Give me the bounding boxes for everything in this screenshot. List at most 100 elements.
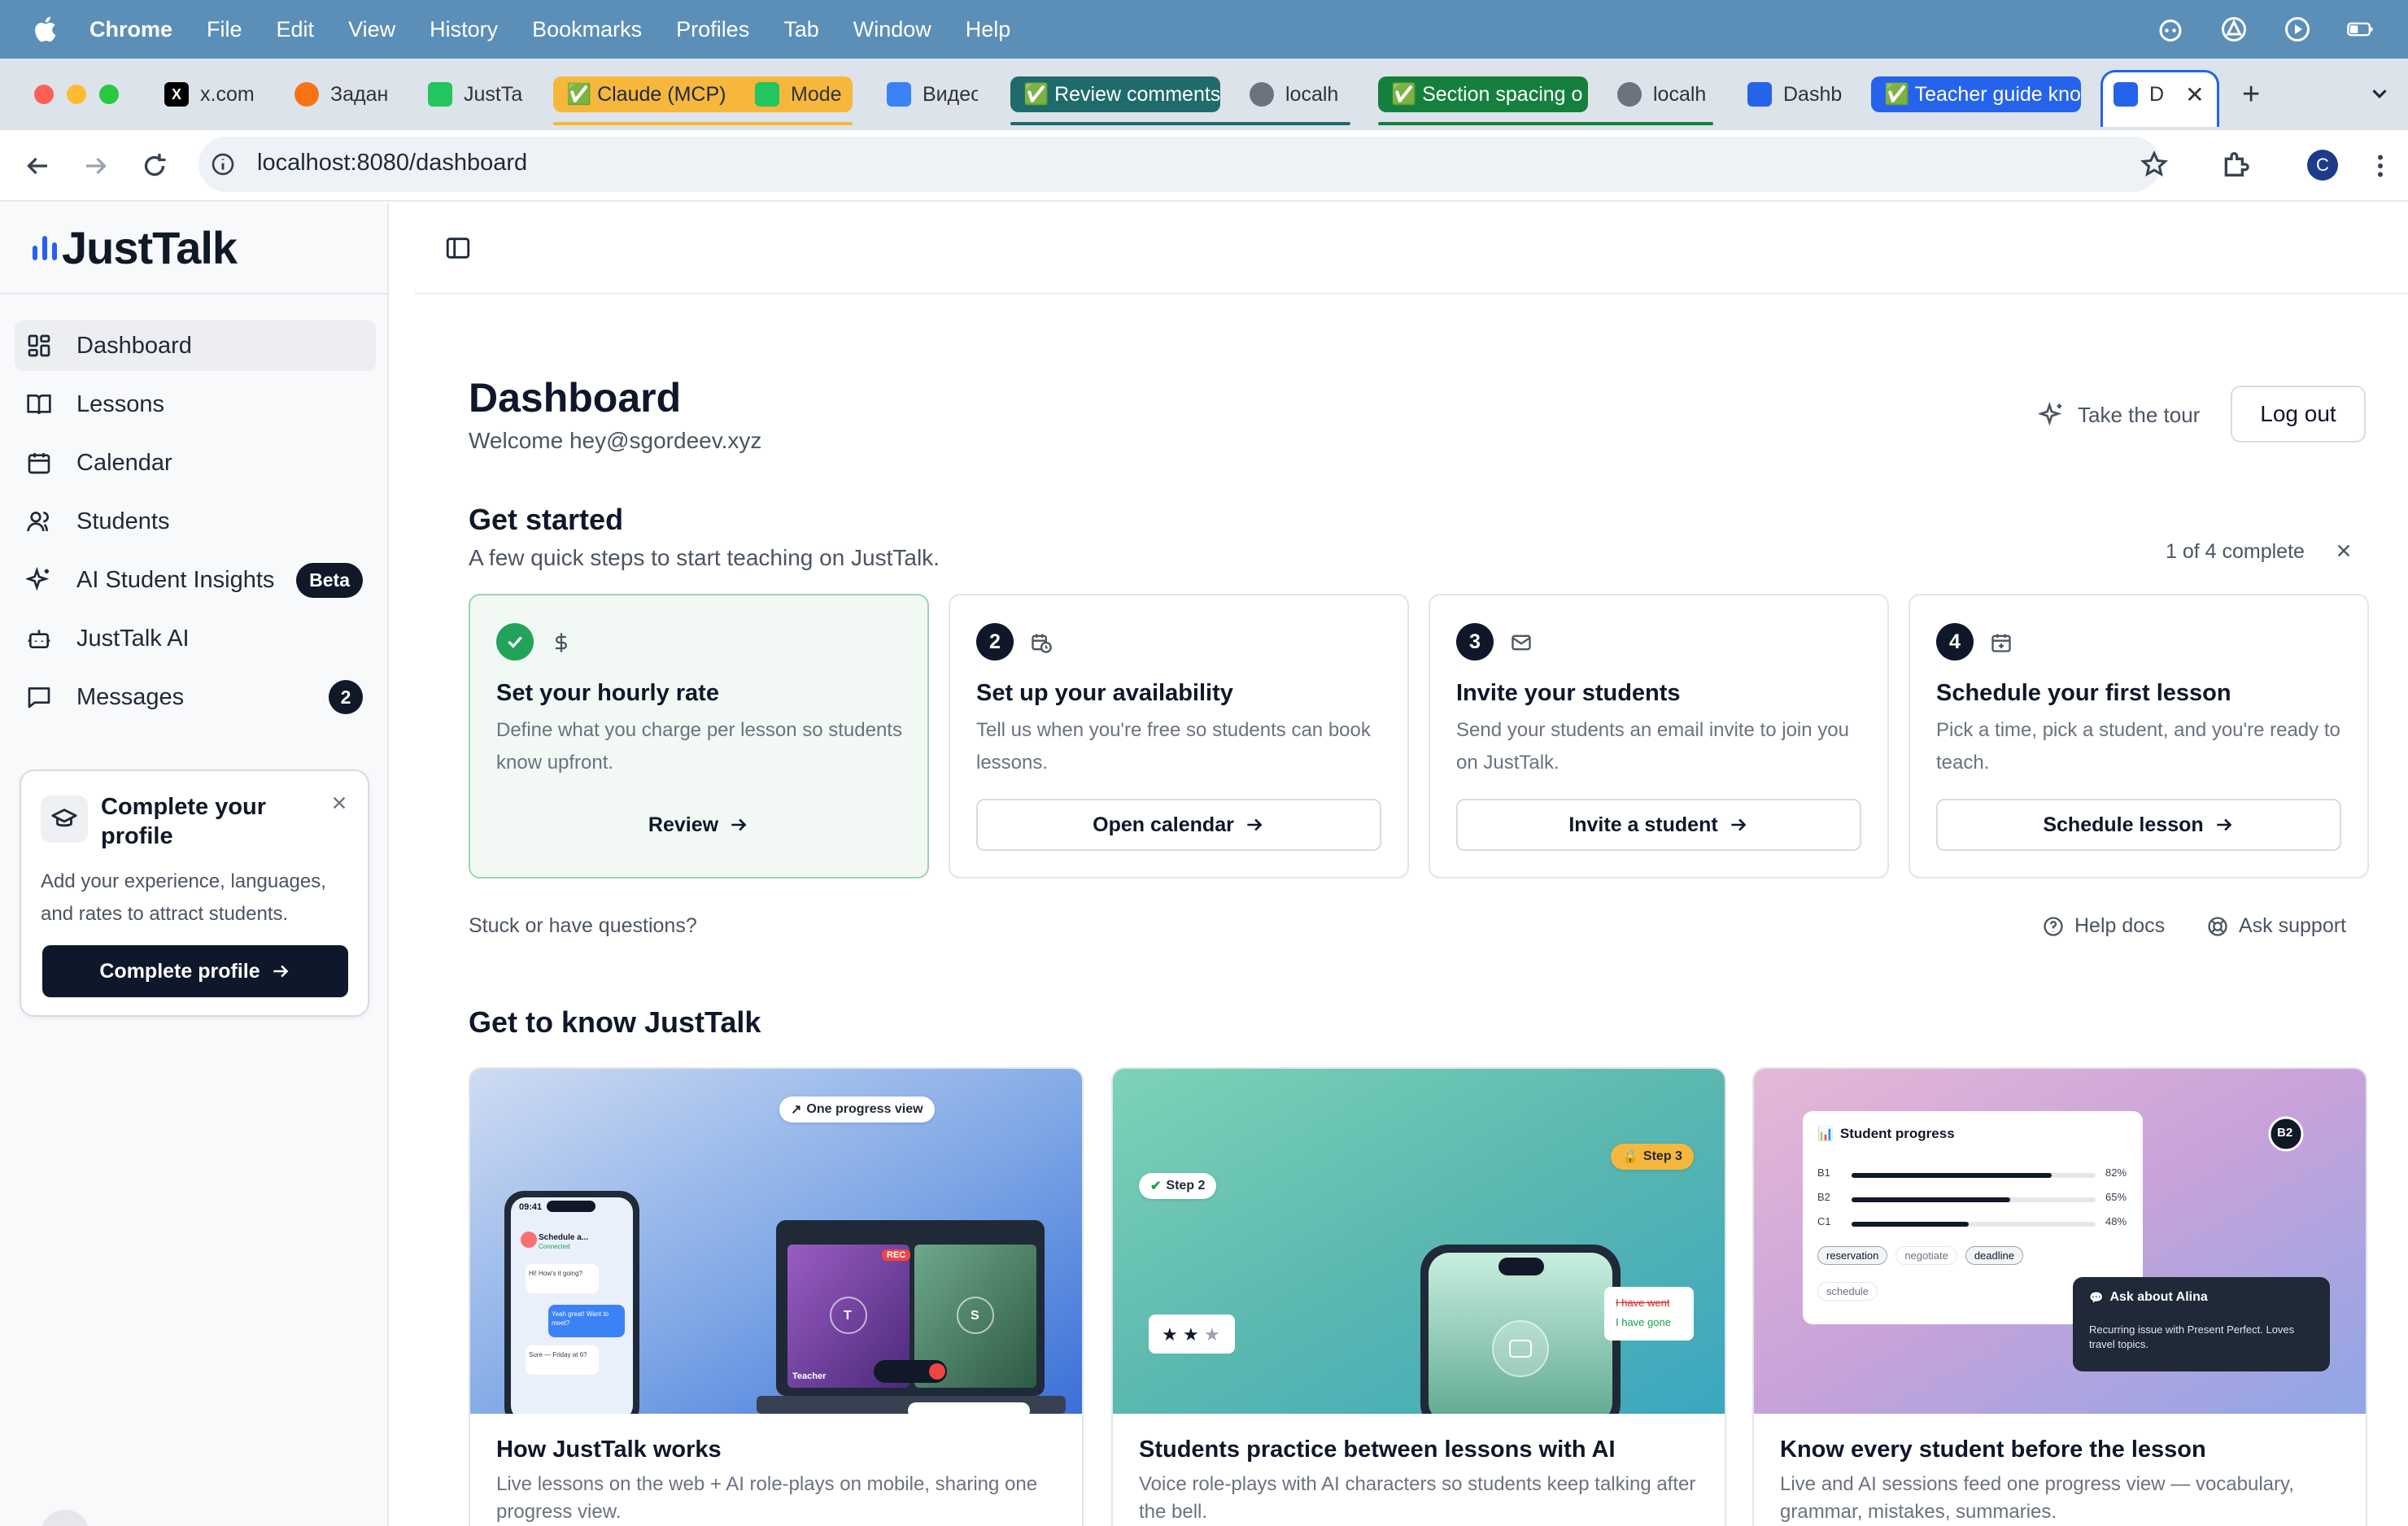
divider [0,293,389,294]
invite-student-button[interactable]: Invite a student [1456,799,1861,851]
level-track [1852,1173,2096,1178]
help-docs-link[interactable]: Help docs [2042,914,2165,938]
graduation-cap-icon [41,796,88,843]
site-info-icon[interactable] [210,151,236,177]
student-progress-illustration [1754,1069,2366,1414]
battery-icon[interactable] [2346,15,2375,44]
tab-model[interactable]: Mode [755,76,853,112]
url-text[interactable]: localhost:8080/dashboard [257,150,527,177]
play-icon[interactable] [2283,15,2312,44]
ask-support-link[interactable]: Ask support [2206,914,2346,938]
reload-icon[interactable] [140,151,169,181]
tab-task[interactable]: Задан [294,76,392,112]
tab-active-dashboard[interactable]: D ✕ [2114,76,2203,112]
new-tab-button[interactable]: + [2242,76,2275,112]
sidebar-item-label: Messages [76,683,185,710]
feature-card-ai-practice[interactable]: ★ ★ ★ ✔ Step 2 🔒 Step 3 I have went I have… [1111,1067,1726,1526]
dismiss-close-icon[interactable] [2335,542,2353,560]
button-label: Open calendar [1093,813,1234,836]
level-fill [1852,1222,1969,1227]
feature-card-how-it-works[interactable]: ↗ One progress view 09:41 Schedule a... C… [469,1067,1084,1526]
calendar-plus-icon [1991,634,2011,652]
arrow-right-icon [1247,818,1263,831]
justtalk-favicon-icon [2114,82,2138,107]
tab-label: ✅ Review comments [1023,82,1220,106]
tab-localhost-2[interactable]: localh [1617,76,1713,112]
level-fill [1852,1173,2052,1178]
step-description: Pick a time, pick a student, and you're … [1936,719,2340,774]
window-minimize-button[interactable] [67,85,86,104]
sidebar-toggle-icon[interactable] [444,234,472,262]
menu-file[interactable]: File [207,17,242,42]
profile-card-title: Complete your profile [101,794,267,849]
step-description: Define what you charge per lesson so stu… [496,719,902,774]
tab-justtalk[interactable]: JustTa [428,76,524,112]
sidebar-item-label: Students [76,508,170,534]
chat-bubble: Sure — Friday at 6? [529,1351,587,1358]
justtalk-favicon-icon [1747,82,1772,107]
sidebar-item-calendar[interactable]: Calendar [15,438,376,488]
copilot-icon[interactable] [2156,15,2185,44]
tab-label: x.com [200,82,255,106]
schedule-lesson-button[interactable]: Schedule lesson [1936,799,2341,851]
menu-app-name[interactable]: Chrome [89,17,172,42]
site-favicon-icon [294,82,319,107]
tab-section-spacing[interactable]: ✅ Section spacing o [1378,76,1588,112]
menu-view[interactable]: View [348,17,395,42]
ai-practice-illustration: ★ ★ ★ [1113,1069,1725,1414]
sidebar-item-ai-insights[interactable]: AI Student Insights Beta [15,555,376,605]
tab-x[interactable]: Xx.com [164,76,265,112]
close-icon[interactable] [330,794,348,812]
window-close-button[interactable] [34,85,54,104]
level-label: B2 [1817,1191,1830,1203]
sidebar-item-justtalk-ai[interactable]: JustTalk AI [15,613,376,664]
tab-label: JustTa [464,82,523,106]
review-button[interactable]: Review [496,799,901,851]
brand-logo[interactable]: JustTalk [33,221,238,274]
menu-history[interactable]: History [430,17,498,42]
step-number: 4 [1936,623,1974,661]
feature-card-know-students[interactable]: 📊 Student progress B2 reservation negoti… [1752,1067,2367,1526]
help-docs-label: Help docs [2074,914,2166,937]
take-tour-button[interactable]: Take the tour [2039,402,2200,428]
tab-video[interactable]: Видео [887,76,978,112]
drive-icon [887,82,911,107]
tab-search-chevron-icon[interactable] [2367,81,2392,106]
window-zoom-button[interactable] [99,85,119,104]
sidebar-item-lessons[interactable]: Lessons [15,379,376,429]
tab-label: localh [1653,82,1707,106]
sidebar-item-label: JustTalk AI [76,625,190,652]
extensions-icon[interactable] [2219,148,2252,181]
menu-bookmarks[interactable]: Bookmarks [532,17,642,42]
vocab-tag: schedule [1817,1282,1878,1301]
menu-window[interactable]: Window [853,17,931,42]
tab-localhost-1[interactable]: localh [1250,76,1350,112]
forward-arrow-icon[interactable] [81,151,111,181]
bookmark-star-icon[interactable] [2140,150,2169,179]
open-calendar-button[interactable]: Open calendar [976,799,1381,851]
sidebar-item-dashboard[interactable]: Dashboard [15,320,376,371]
tab-review-comments[interactable]: ✅ Review comments [1010,76,1220,112]
tab-close-icon[interactable]: ✕ [2185,81,2203,108]
logout-button[interactable]: Log out [2231,386,2366,443]
sidebar-item-messages[interactable]: Messages 2 [15,672,376,722]
menu-profiles[interactable]: Profiles [676,17,749,42]
complete-profile-button[interactable]: Complete profile [42,945,348,997]
panel-title: Student progress [1839,1126,1955,1141]
vpn-icon[interactable] [2219,15,2249,44]
ask-text: Recurring issue with Present Perfect. Lo… [2089,1323,2295,1350]
calendar-clock-icon [1032,634,1052,653]
menu-help[interactable]: Help [966,17,1011,42]
apple-icon[interactable] [33,15,57,43]
tab-dashboard[interactable]: Dashb [1747,76,1843,112]
sidebar-item-students[interactable]: Students [15,496,376,547]
menu-edit[interactable]: Edit [277,17,315,42]
button-label: Review [648,813,719,836]
profile-avatar[interactable]: C [2307,150,2338,181]
tab-teacher-guide[interactable]: ✅ Teacher guide kno [1871,76,2081,112]
menu-tab[interactable]: Tab [783,17,819,42]
step-title: Set your hourly rate [496,680,719,706]
lock-icon: 🔒 [1622,1150,1638,1164]
chrome-menu-icon[interactable] [2372,151,2388,181]
back-arrow-icon[interactable] [23,151,52,181]
